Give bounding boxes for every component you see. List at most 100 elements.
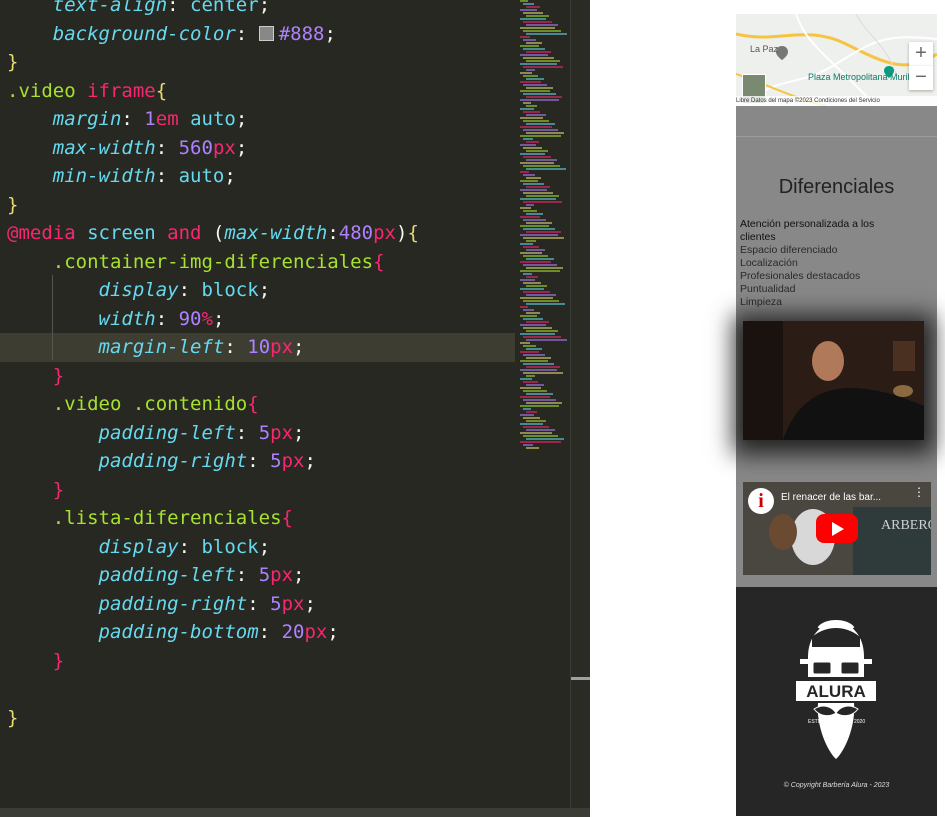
code-line[interactable]: padding-right: 5px; [0, 590, 515, 619]
code-line[interactable]: width: 90%; [0, 305, 515, 334]
code-line[interactable]: } [0, 191, 515, 220]
minimap-line [526, 105, 537, 107]
minimap-line [520, 27, 555, 29]
code-line[interactable]: margin-left: 10px; [0, 333, 515, 362]
code-line[interactable]: padding-right: 5px; [0, 447, 515, 476]
more-options-icon[interactable]: ⋮ [913, 486, 925, 498]
minimap-line [523, 210, 537, 212]
editor-scrollbar[interactable] [570, 0, 590, 817]
code-line[interactable]: padding-left: 5px; [0, 561, 515, 590]
code-token: ; [258, 279, 271, 301]
code-line[interactable]: .video .contenido{ [0, 390, 515, 419]
minimap-line [520, 153, 545, 155]
minimap-line [526, 357, 551, 359]
minimap-line [520, 63, 557, 65]
code-token: { [281, 507, 293, 529]
code-token: 20 [281, 621, 305, 643]
minimap-line [526, 348, 542, 350]
code-line[interactable]: display: block; [0, 533, 515, 562]
code-line[interactable]: } [0, 476, 515, 505]
code-line[interactable]: padding-left: 5px; [0, 419, 515, 448]
map-embed[interactable]: La Paz Plaza Metropolitana Murillo + − L… [736, 14, 937, 106]
minimap-line [526, 42, 542, 44]
logo-text: ALURA [806, 682, 866, 701]
map-attribution[interactable]: Libre Datos del mapa ©2023 Condiciones d… [736, 96, 937, 106]
copyright-text: © Copyright Barbería Alura - 2023 [783, 782, 890, 789]
code-token: width [98, 307, 156, 330]
minimap-line [520, 423, 543, 425]
code-line[interactable]: background-color: #888; [0, 20, 515, 49]
minimap-line [520, 90, 550, 92]
code-token: : [235, 421, 259, 444]
minimap-line [520, 54, 548, 56]
code-line[interactable]: display: block; [0, 276, 515, 305]
code-line[interactable]: } [0, 48, 515, 77]
minimap-line [520, 9, 537, 11]
code-token: padding-right [98, 592, 248, 615]
minimap-line [526, 276, 538, 278]
code-editor[interactable]: text-align: center; background-color: #8… [0, 0, 590, 817]
code-token: em [155, 108, 179, 130]
code-line[interactable]: .container-img-diferenciales{ [0, 248, 515, 277]
zoom-out-button[interactable]: − [909, 66, 933, 90]
code-token: auto [178, 165, 225, 187]
code-line[interactable]: max-width: 560px; [0, 134, 515, 163]
scrollbar-thumb[interactable] [571, 677, 590, 680]
code-token: } [52, 364, 65, 387]
minimap-line [523, 336, 561, 338]
code-line[interactable]: } [0, 704, 515, 733]
code-token: : [155, 136, 179, 159]
minimap-line [526, 339, 567, 341]
code-token: 480 [338, 222, 374, 244]
video-title[interactable]: El renacer de las bar... [781, 492, 881, 503]
minimap-line [520, 351, 539, 353]
minimap-line [523, 93, 556, 95]
diferenciales-section: Diferenciales Atención personalizada a l… [736, 106, 937, 587]
list-item: Localización [740, 257, 798, 269]
code-token: ; [304, 450, 316, 472]
code-token: block [201, 535, 259, 558]
code-line[interactable]: } [0, 647, 515, 676]
minimap-line [526, 375, 535, 377]
code-token: min-width [52, 165, 156, 187]
minimap-line [520, 252, 542, 254]
minimap-line [526, 186, 550, 188]
minimap-line [520, 369, 557, 371]
play-button[interactable] [816, 514, 858, 543]
minimap-line [520, 396, 550, 398]
code-lines[interactable]: text-align: center; background-color: #8… [0, 0, 515, 732]
code-token: : [121, 108, 145, 130]
code-line[interactable] [0, 675, 515, 704]
youtube-embed[interactable]: ARBERO i El renacer de las bar... ⋮ [743, 482, 931, 575]
minimap-line [526, 114, 546, 116]
zoom-in-button[interactable]: + [909, 42, 933, 66]
code-line[interactable]: @media screen and (max-width:480px){ [0, 219, 515, 248]
channel-logo-icon[interactable]: i [748, 488, 774, 514]
code-token: % [201, 307, 213, 330]
code-line[interactable]: text-align: center; [0, 0, 515, 20]
code-line[interactable]: margin: 1em auto; [0, 105, 515, 134]
code-token: .container-img-diferenciales [52, 250, 374, 273]
minimap-line [526, 420, 546, 422]
code-token: ) [396, 222, 408, 244]
code-line[interactable]: min-width: auto; [0, 162, 515, 191]
minimap-line [520, 360, 548, 362]
code-token: : [178, 279, 202, 301]
minimap-line [523, 363, 554, 365]
minimap[interactable] [520, 0, 572, 470]
code-line[interactable]: .lista-diferenciales{ [0, 504, 515, 533]
minimap-line [523, 129, 558, 131]
minimap-line [526, 402, 562, 404]
code-line[interactable]: padding-bottom: 20px; [0, 618, 515, 647]
minimap-line [520, 243, 533, 245]
divider [736, 136, 937, 137]
code-token: max-width [52, 136, 156, 159]
minimap-line [520, 441, 561, 443]
code-line[interactable]: .video iframe{ [0, 77, 515, 106]
code-line[interactable]: } [0, 362, 515, 391]
logo-year: 2020 [854, 719, 865, 725]
minimap-line [520, 414, 534, 416]
